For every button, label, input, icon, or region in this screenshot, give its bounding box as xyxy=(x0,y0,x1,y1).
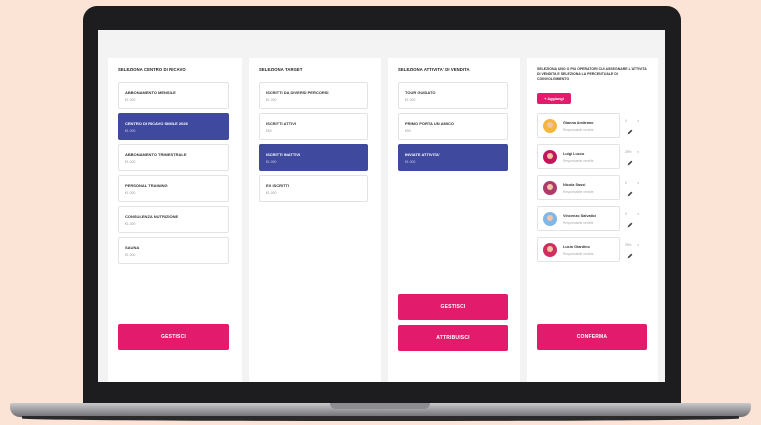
conferma-button[interactable]: CONFERMA xyxy=(537,324,647,350)
card-value: €1.000 xyxy=(125,98,136,102)
percentage-select[interactable]: 25% ▾ xyxy=(625,148,639,156)
card-iscritti-diversi-percorsi[interactable]: ISCRITTI DA DIVERSI PERCORSI €1.000 xyxy=(259,82,368,109)
gestisci-button[interactable]: GESTISCI xyxy=(118,324,229,350)
card-tour-guidato[interactable]: TOUR GUIDATO €1.000 xyxy=(398,82,508,109)
operator-card[interactable]: Nicola Sassi Responsabile vendite xyxy=(537,175,620,200)
percentage-value: 0 xyxy=(625,212,627,216)
column-centro-ricavo: SELEZIONA CENTRO DI RICAVO ABBONAMENTO M… xyxy=(108,58,242,382)
card-title: PERSONAL TRAINING xyxy=(125,183,168,188)
column-title: SELEZIONA ATTIVITA' DI VENDITA xyxy=(398,67,470,72)
percentage-value: 0 xyxy=(625,181,627,185)
card-title: PRIMO PORTA UN AMICO xyxy=(405,121,454,126)
add-operator-button[interactable]: + Aggiungi xyxy=(537,93,571,104)
card-title: ISCRITTI DA DIVERSI PERCORSI xyxy=(266,90,329,95)
edit-icon[interactable] xyxy=(626,128,634,136)
card-value: €1.000 xyxy=(266,160,277,164)
operator-name: Vincenzo Salvatici xyxy=(563,214,597,218)
card-porta-un-amico[interactable]: PRIMO PORTA UN AMICO €50 xyxy=(398,113,508,140)
chevron-down-icon: ▾ xyxy=(637,181,639,185)
card-value: €1.000 xyxy=(266,98,277,102)
card-title: CENTRO DI RICAVO SIMILE 2026 xyxy=(125,121,188,126)
card-abbonamento-trimestrale[interactable]: ABBONAMENTO TRIMESTRALE €1.000 xyxy=(118,144,229,171)
card-title: TOUR GUIDATO xyxy=(405,90,436,95)
operator-card[interactable]: Lucio Giardino Responsabile vendite xyxy=(537,237,620,262)
card-title: INVIATE ATTIVITA' xyxy=(405,152,440,157)
chevron-down-icon: ▾ xyxy=(637,119,639,123)
card-iscritti-attivi[interactable]: ISCRITTI ATTIVI €50 xyxy=(259,113,368,140)
operator-card[interactable]: Luigi Lucco Responsabile vendite xyxy=(537,144,620,169)
percentage-value: 0 xyxy=(625,119,627,123)
instructions-text: SELEZIONA UNO O PIU OPERATORI CUI ASSEGN… xyxy=(537,67,647,82)
card-value: €1.000 xyxy=(125,191,136,195)
card-title: EX ISCRITTI xyxy=(266,183,290,188)
operator-role: Responsabile vendite xyxy=(563,252,594,256)
column-title: SELEZIONA TARGET xyxy=(259,67,303,72)
card-value: €1.000 xyxy=(125,253,136,257)
operator-name: Luigi Lucco xyxy=(563,152,585,156)
card-ex-iscritti[interactable]: EX ISCRITTI €1.000 xyxy=(259,175,368,202)
card-title: ISCRITTI INATTIVI xyxy=(266,152,301,157)
card-abbonamento-mensile[interactable]: ABBONAMENTO MENSILE €1.000 xyxy=(118,82,229,109)
laptop-notch xyxy=(330,403,430,409)
card-value: €1.000 xyxy=(125,222,136,226)
chevron-down-icon: ▾ xyxy=(637,212,639,216)
avatar xyxy=(543,212,557,226)
card-value: €1.000 xyxy=(125,129,136,133)
percentage-value: 25% xyxy=(625,243,632,247)
card-value: €1.000 xyxy=(125,160,136,164)
card-title: ISCRITTI ATTIVI xyxy=(266,121,296,126)
operator-name: Gianna Amitrano xyxy=(563,121,594,125)
card-inviate-attivita[interactable]: INVIATE ATTIVITA' €1.000 xyxy=(398,144,508,171)
operator-role: Responsabile vendite xyxy=(563,159,594,163)
column-title: SELEZIONA CENTRO DI RICAVO xyxy=(118,67,186,72)
card-consulenza-nutrizione[interactable]: CONSULENZA NUTRIZIONE €1.000 xyxy=(118,206,229,233)
chevron-down-icon: ▾ xyxy=(637,150,639,154)
card-value: €1.000 xyxy=(266,191,277,195)
percentage-select[interactable]: 25% ▾ xyxy=(625,241,639,249)
operator-role: Responsabile vendite xyxy=(563,221,594,225)
edit-icon[interactable] xyxy=(626,221,634,229)
card-title: CONSULENZA NUTRIZIONE xyxy=(125,214,179,219)
avatar xyxy=(543,119,557,133)
edit-icon[interactable] xyxy=(626,190,634,198)
card-value: €1.000 xyxy=(405,98,416,102)
operator-name: Nicola Sassi xyxy=(563,183,586,187)
operator-card[interactable]: Gianna Amitrano Responsabile vendite xyxy=(537,113,620,138)
avatar xyxy=(543,150,557,164)
card-iscritti-inattivi[interactable]: ISCRITTI INATTIVI €1.000 xyxy=(259,144,368,171)
operator-card[interactable]: Vincenzo Salvatici Responsabile vendite xyxy=(537,206,620,231)
column-attivita-vendita: SELEZIONA ATTIVITA' DI VENDITA TOUR GUID… xyxy=(388,58,520,382)
avatar xyxy=(543,181,557,195)
percentage-select[interactable]: 0 ▾ xyxy=(625,210,639,218)
operator-role: Responsabile vendite xyxy=(563,190,594,194)
card-sauna[interactable]: SAUNA €1.000 xyxy=(118,237,229,264)
card-personal-training[interactable]: PERSONAL TRAINING €1.000 xyxy=(118,175,229,202)
card-title: SAUNA xyxy=(125,245,140,250)
card-value: €50 xyxy=(405,129,411,133)
edit-icon[interactable] xyxy=(626,159,634,167)
column-target: SELEZIONA TARGET ISCRITTI DA DIVERSI PER… xyxy=(249,58,381,382)
edit-icon[interactable] xyxy=(626,252,634,260)
operator-role: Responsabile vendite xyxy=(563,128,594,132)
chevron-down-icon: ▾ xyxy=(637,243,639,247)
attribuisci-button[interactable]: ATTRIBUISCI xyxy=(398,325,508,351)
card-value: €1.000 xyxy=(405,160,416,164)
card-value: €50 xyxy=(266,129,272,133)
column-operatori: SELEZIONA UNO O PIU OPERATORI CUI ASSEGN… xyxy=(527,58,658,382)
gestisci-button[interactable]: GESTISCI xyxy=(398,294,508,320)
percentage-select[interactable]: 0 ▾ xyxy=(625,117,639,125)
percentage-value: 25% xyxy=(625,150,632,154)
card-title: ABBONAMENTO MENSILE xyxy=(125,90,176,95)
percentage-select[interactable]: 0 ▾ xyxy=(625,179,639,187)
app-screen: SELEZIONA CENTRO DI RICAVO ABBONAMENTO M… xyxy=(98,30,665,382)
card-title: ABBONAMENTO TRIMESTRALE xyxy=(125,152,187,157)
operator-name: Lucio Giardino xyxy=(563,245,590,249)
laptop-shadow xyxy=(22,416,739,421)
card-centro-ricavo-simile[interactable]: CENTRO DI RICAVO SIMILE 2026 €1.000 xyxy=(118,113,229,140)
avatar xyxy=(543,243,557,257)
